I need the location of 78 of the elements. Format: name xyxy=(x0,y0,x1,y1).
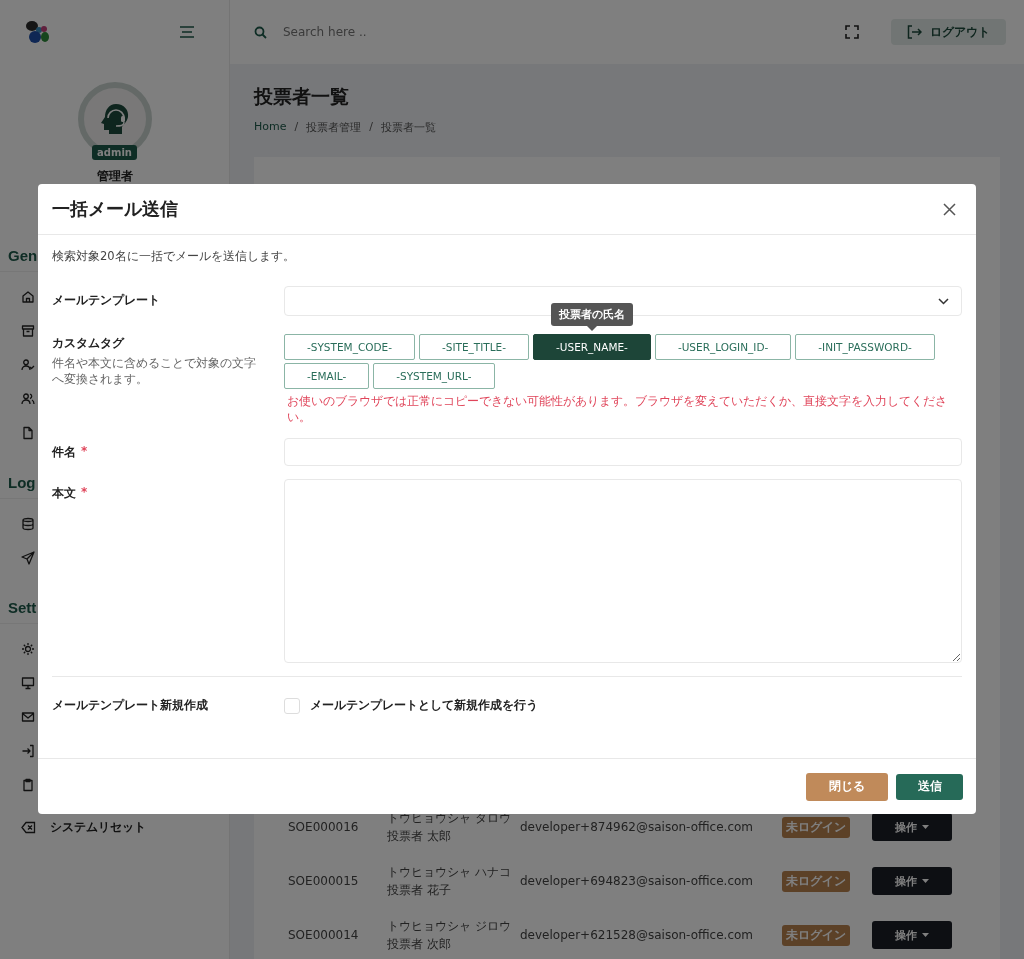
login-icon[interactable] xyxy=(21,744,35,758)
field-label: メールテンプレート xyxy=(52,292,160,309)
caret-icon xyxy=(922,933,929,937)
section-header: Sett xyxy=(7,598,37,618)
archive-icon[interactable] xyxy=(21,324,35,338)
monitor-icon[interactable] xyxy=(21,676,35,690)
tag-button[interactable]: -SYSTEM_CODE- xyxy=(284,334,415,360)
action-dropdown[interactable]: 操作 xyxy=(872,813,952,841)
tag-button[interactable]: -SYSTEM_URL- xyxy=(373,363,495,389)
warning-text: お使いのブラウザでは正常にコピーできない可能性があります。ブラウザを変えていただくか、直接文字を入力してください。 xyxy=(286,393,948,426)
table-cell-text: SOE000016 xyxy=(288,820,360,834)
search-field[interactable]: Search here .. xyxy=(281,24,485,40)
search-icon xyxy=(254,25,267,39)
tooltip: 投票者の氏名 xyxy=(550,303,633,326)
table-cell-text: 投票者 太郎 xyxy=(387,827,452,845)
fullscreen-icon[interactable] xyxy=(845,25,859,39)
status-badge: 未ログイン xyxy=(782,816,850,838)
user-check-icon[interactable] xyxy=(21,358,35,372)
table-cell-text: トウヒョウシャ ジロウ xyxy=(387,917,512,935)
table-cell-text: 投票者 花子 xyxy=(387,881,452,899)
tag-button[interactable]: -USER_NAME- xyxy=(533,334,651,360)
table-cell-text: developer+621528@saison-office.com xyxy=(520,928,754,942)
logout-icon xyxy=(907,25,922,39)
required-mark: * xyxy=(81,444,88,461)
role-badge: admin xyxy=(92,145,137,160)
field-label: 本文 xyxy=(52,485,76,503)
gear-icon[interactable] xyxy=(21,642,35,656)
close-icon[interactable] xyxy=(943,202,956,216)
action-dropdown[interactable]: 操作 xyxy=(872,867,952,895)
table-cell-text: SOE000014 xyxy=(288,928,360,942)
action-dropdown[interactable]: 操作 xyxy=(872,921,952,949)
table-cell-text: 投票者 次郎 xyxy=(387,935,452,953)
tag-button[interactable]: -EMAIL- xyxy=(284,363,370,389)
send-icon[interactable] xyxy=(21,551,35,565)
menu-icon[interactable] xyxy=(179,26,195,38)
table-cell-text: トウヒョウシャ ハナコ xyxy=(387,863,512,881)
send-button[interactable]: 送信 xyxy=(896,773,963,800)
help-text: 件名や本文に含めることで対象の文字へ変換されます。 xyxy=(52,355,257,388)
caret-icon xyxy=(922,879,929,883)
logout-button[interactable]: ログアウト xyxy=(891,19,1006,45)
checkbox[interactable] xyxy=(284,697,300,714)
breadcrumb-link[interactable]: Home xyxy=(254,120,287,135)
breadcrumb-separator: / xyxy=(369,120,373,135)
tag-button[interactable]: -SITE_TITLE- xyxy=(419,334,530,360)
tag-button[interactable]: -INIT_PASSWORD- xyxy=(795,334,935,360)
section-header: Gen xyxy=(7,246,38,266)
logo-icon xyxy=(25,20,51,44)
backspace-icon[interactable] xyxy=(21,820,36,834)
caret-icon xyxy=(922,825,929,829)
chevron-down-icon xyxy=(938,297,949,305)
clipboard-icon[interactable] xyxy=(21,778,35,792)
tag-button[interactable]: -USER_LOGIN_ID- xyxy=(654,334,792,360)
mail-icon[interactable] xyxy=(21,710,35,724)
required-mark: * xyxy=(81,485,88,502)
field-label: カスタムタグ xyxy=(52,335,124,352)
home-icon[interactable] xyxy=(21,290,35,304)
page-title: 投票者一覧 xyxy=(254,84,350,109)
modal-title: 一括メール送信 xyxy=(52,197,178,221)
table-cell-text: SOE000015 xyxy=(288,874,360,888)
file-icon[interactable] xyxy=(21,426,35,440)
modal-description: 検索対象20名に一括でメールを送信します。 xyxy=(52,249,296,264)
breadcrumb-separator: / xyxy=(294,120,299,135)
nav-item[interactable]: システムリセット xyxy=(50,818,146,836)
database-icon[interactable] xyxy=(21,517,35,531)
user-name: 管理者 xyxy=(96,168,133,185)
field-label: メールテンプレート新規作成 xyxy=(52,697,208,715)
status-badge: 未ログイン xyxy=(782,924,850,946)
section-header: Log xyxy=(7,473,36,493)
tooltip-arrow-icon xyxy=(586,326,597,331)
breadcrumb-item: 投票者管理 xyxy=(306,120,362,135)
checkbox-label[interactable]: メールテンプレートとして新規作成を行う xyxy=(310,697,538,715)
table-cell-text: developer+694823@saison-office.com xyxy=(520,874,754,888)
table-cell-text: developer+874962@saison-office.com xyxy=(520,820,754,834)
status-badge: 未ログイン xyxy=(782,870,850,892)
field-label: 件名 xyxy=(52,444,76,462)
table-cell-text: トウヒョウシャ タロウ xyxy=(387,809,512,827)
body-field[interactable] xyxy=(284,479,962,664)
users-icon[interactable] xyxy=(21,392,35,406)
